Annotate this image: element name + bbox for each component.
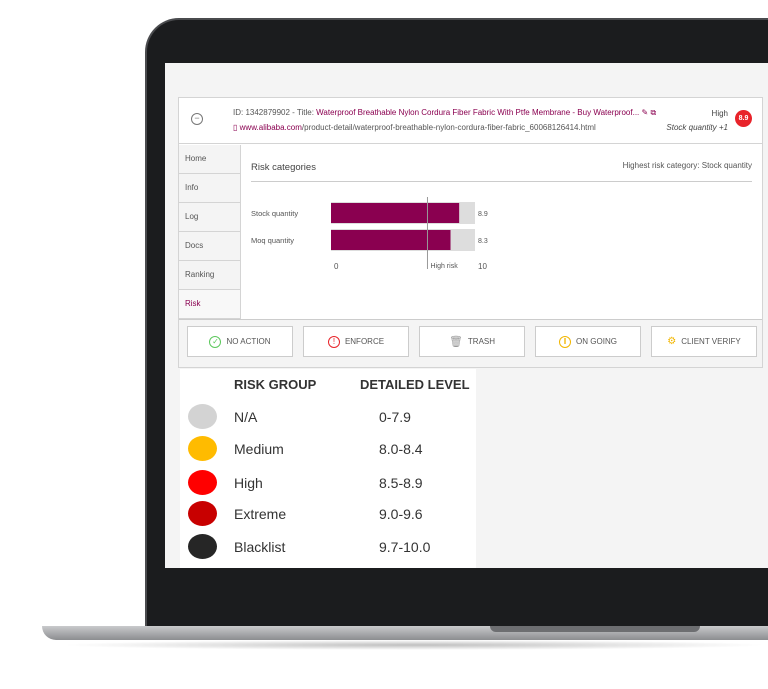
risk-categories-title: Risk categories <box>251 162 316 173</box>
on-going-button[interactable]: ǁ ON GOING <box>535 326 641 357</box>
bar <box>331 203 460 223</box>
sidebar-item-info[interactable]: Info <box>179 174 241 203</box>
external-link-icon[interactable]: ⧉ <box>650 108 656 117</box>
group-range: 8.5-8.9 <box>379 475 423 491</box>
risk-level: High <box>711 109 728 118</box>
legend-row: High 8.5-8.9 <box>180 467 476 499</box>
bar <box>331 230 451 250</box>
risk-bar-chart: Stock quantity 8.9 Moq quantity 8.3 High ris… <box>251 197 488 271</box>
button-label: CLIENT VERIFY <box>681 337 741 346</box>
risk-main: Risk categories Highest risk category: S… <box>241 145 762 319</box>
sidebar-item-docs[interactable]: Docs <box>179 232 241 261</box>
risk-dot <box>188 436 217 461</box>
sidebar-item-log[interactable]: Log <box>179 203 241 232</box>
no-action-button[interactable]: ✓ NO ACTION <box>187 326 293 357</box>
group-range: 0-7.9 <box>379 409 411 425</box>
group-range: 8.0-8.4 <box>379 441 423 457</box>
group-name: High <box>234 475 263 491</box>
legend-header-group: RISK GROUP <box>234 377 317 392</box>
laptop-screen: − ID: 1342879902 - Title: Waterproof Bre… <box>165 63 768 568</box>
group-name: Blacklist <box>234 539 286 555</box>
value-label: 8.9 <box>478 211 488 218</box>
client-verify-icon: ⚙ <box>667 336 677 347</box>
product-title[interactable]: Waterproof Breathable Nylon Cordura Fibe… <box>316 108 639 117</box>
group-name: Medium <box>234 441 284 457</box>
trash-icon: 🗑 <box>448 336 463 348</box>
group-range: 9.0-9.6 <box>379 506 423 522</box>
url-domain: www.alibaba.com <box>239 123 302 132</box>
legend-row: Medium 8.0-8.4 <box>180 433 476 465</box>
sidebar-item-risk[interactable]: Risk <box>179 290 241 319</box>
risk-score-badge: 8.9 <box>735 110 752 127</box>
legend-row: Blacklist 9.7-10.0 <box>180 531 476 563</box>
button-label: NO ACTION <box>226 337 271 346</box>
category-label: Moq quantity <box>251 236 294 245</box>
legend-header-level: DETAILED LEVEL <box>360 377 470 392</box>
sidebar-item-home[interactable]: Home <box>179 145 241 174</box>
action-bar: ✓ NO ACTION ! ENFORCE 🗑 TRASH ǁ ON GOING ⚙ CL… <box>179 319 762 367</box>
button-label: ON GOING <box>576 337 617 346</box>
value-label: 8.3 <box>478 238 488 245</box>
tick-label: 0 <box>334 262 339 271</box>
legend-row: N/A 0-7.9 <box>180 401 476 433</box>
document-icon: ▯ <box>233 123 238 132</box>
group-name: Extreme <box>234 506 287 522</box>
product-id: ID: 1342879902 - Title: <box>233 108 317 117</box>
group-name: N/A <box>234 409 258 425</box>
client-verify-button[interactable]: ⚙ CLIENT VERIFY <box>651 326 757 357</box>
risk-dot <box>188 534 217 559</box>
risk-dot <box>188 404 217 429</box>
sidebar: Home Info Log Docs Ranking Risk <box>179 145 241 319</box>
risk-legend: RISK GROUP DETAILED LEVEL N/A 0-7.9 Mediu… <box>180 369 476 568</box>
product-panel: − ID: 1342879902 - Title: Waterproof Bre… <box>178 97 763 368</box>
risk-dot <box>188 470 217 495</box>
group-range: 9.7-10.0 <box>379 539 431 555</box>
collapse-icon[interactable]: − <box>191 113 203 125</box>
product-title-line: ID: 1342879902 - Title: Waterproof Breat… <box>233 108 656 118</box>
pause-circle-icon: ǁ <box>559 335 572 348</box>
edit-icon[interactable]: ✎ <box>642 108 649 117</box>
product-url[interactable]: ▯ www.alibaba.com/product-detail/waterpr… <box>233 123 596 132</box>
legend-row: Extreme 9.0-9.6 <box>180 498 476 530</box>
check-circle-icon: ✓ <box>209 335 222 348</box>
threshold-label: High risk <box>430 263 458 270</box>
sidebar-item-ranking[interactable]: Ranking <box>179 261 241 290</box>
tick-label: 10 <box>478 262 487 271</box>
laptop-notch <box>490 626 700 632</box>
risk-subtext: Stock quantity +1 <box>666 123 728 132</box>
url-path: /product-detail/waterproof-breathable-ny… <box>301 123 596 132</box>
exclamation-circle-icon: ! <box>327 335 340 348</box>
laptop-shadow <box>60 640 768 650</box>
divider <box>251 181 752 182</box>
highest-risk-category: Highest risk category: Stock quantity <box>622 161 752 170</box>
button-label: ENFORCE <box>344 337 385 346</box>
product-header: − ID: 1342879902 - Title: Waterproof Bre… <box>179 98 762 144</box>
enforce-button[interactable]: ! ENFORCE <box>303 326 409 357</box>
category-label: Stock quantity <box>251 209 298 218</box>
button-label: TRASH <box>467 337 496 346</box>
trash-button[interactable]: 🗑 TRASH <box>419 326 525 357</box>
risk-dot <box>188 501 217 526</box>
